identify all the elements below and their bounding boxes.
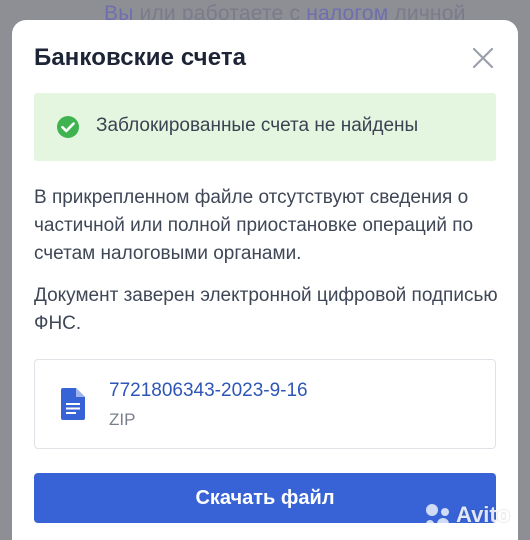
signature-paragraph: Документ заверен электронной цифровой по…	[34, 285, 498, 334]
check-circle-icon	[57, 116, 79, 138]
bank-accounts-modal: Банковские счета Заблокированные счета н…	[12, 20, 518, 540]
avito-watermark: Avito	[422, 500, 526, 532]
description-paragraph: В прикрепленном файле отсутствуют сведен…	[34, 187, 474, 264]
close-icon	[472, 47, 494, 69]
file-type-label: ZIP	[109, 410, 136, 429]
file-name-link[interactable]: 7721806343-2023-9-16	[109, 380, 308, 402]
avito-logo-icon	[426, 504, 449, 530]
modal-title: Банковские счета	[34, 44, 247, 71]
alert-message: Заблокированные счета не найдены	[96, 115, 419, 136]
close-button[interactable]	[470, 45, 496, 71]
success-alert: Заблокированные счета не найдены	[34, 93, 496, 161]
attached-file-card[interactable]: 7721806343-2023-9-16 ZIP	[34, 359, 496, 449]
document-icon	[61, 388, 85, 420]
watermark-text: Avito	[456, 502, 511, 527]
